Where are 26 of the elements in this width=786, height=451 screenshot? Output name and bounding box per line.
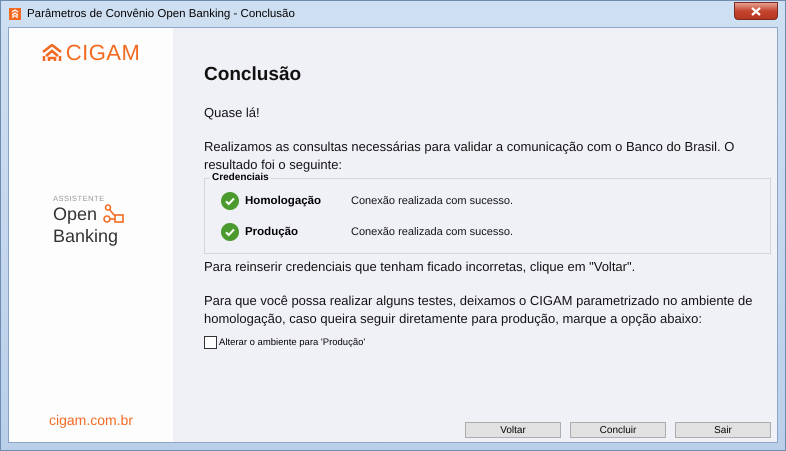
page-heading: Conclusão	[204, 64, 302, 86]
check-icon	[221, 192, 239, 210]
environment-note: Para que você possa realizar alguns testes, deixamos o CIGAM parametrizado no ambiente de homologação, caso queira seguir diretamente para produção, marque a opção abaixo:	[204, 292, 754, 328]
check-icon	[221, 222, 239, 240]
checkbox[interactable]	[204, 336, 217, 349]
credential-name: Produção	[245, 226, 300, 238]
window-title: Parâmetros de Convênio Open Banking - Conclusão	[27, 8, 295, 20]
product-name: Open	[52, 203, 98, 225]
close-icon	[751, 6, 761, 16]
credential-name: Homologação	[245, 194, 322, 206]
status-message: Conexão realizada com sucesso.	[351, 226, 514, 238]
dialog-button[interactable]: Sair	[675, 422, 771, 438]
app-icon	[9, 8, 21, 20]
status-message: Conexão realizada com sucesso.	[351, 194, 514, 206]
close-button[interactable]	[734, 2, 778, 20]
checkbox-label[interactable]: Alterar o ambiente para 'Produção'	[219, 337, 366, 348]
retry-note: Para reinserir credenciais que tenham ficado incorretas, clique em "Voltar".	[204, 258, 636, 276]
intro-text: Quase lá!	[204, 104, 261, 122]
dialog-button[interactable]: Concluir	[570, 422, 666, 438]
logo-text: CIGAM	[66, 40, 140, 66]
dialog-button[interactable]: Voltar	[465, 422, 561, 438]
description-text: Realizamos as consultas necessárias para validar a comunicação com o Banco do Brasil. O resultado foi o seguinte:	[204, 138, 736, 172]
group-title: Credenciais	[210, 172, 271, 183]
network-icon	[103, 204, 126, 224]
product-name: Banking	[52, 225, 118, 247]
logo-icon	[42, 44, 62, 62]
